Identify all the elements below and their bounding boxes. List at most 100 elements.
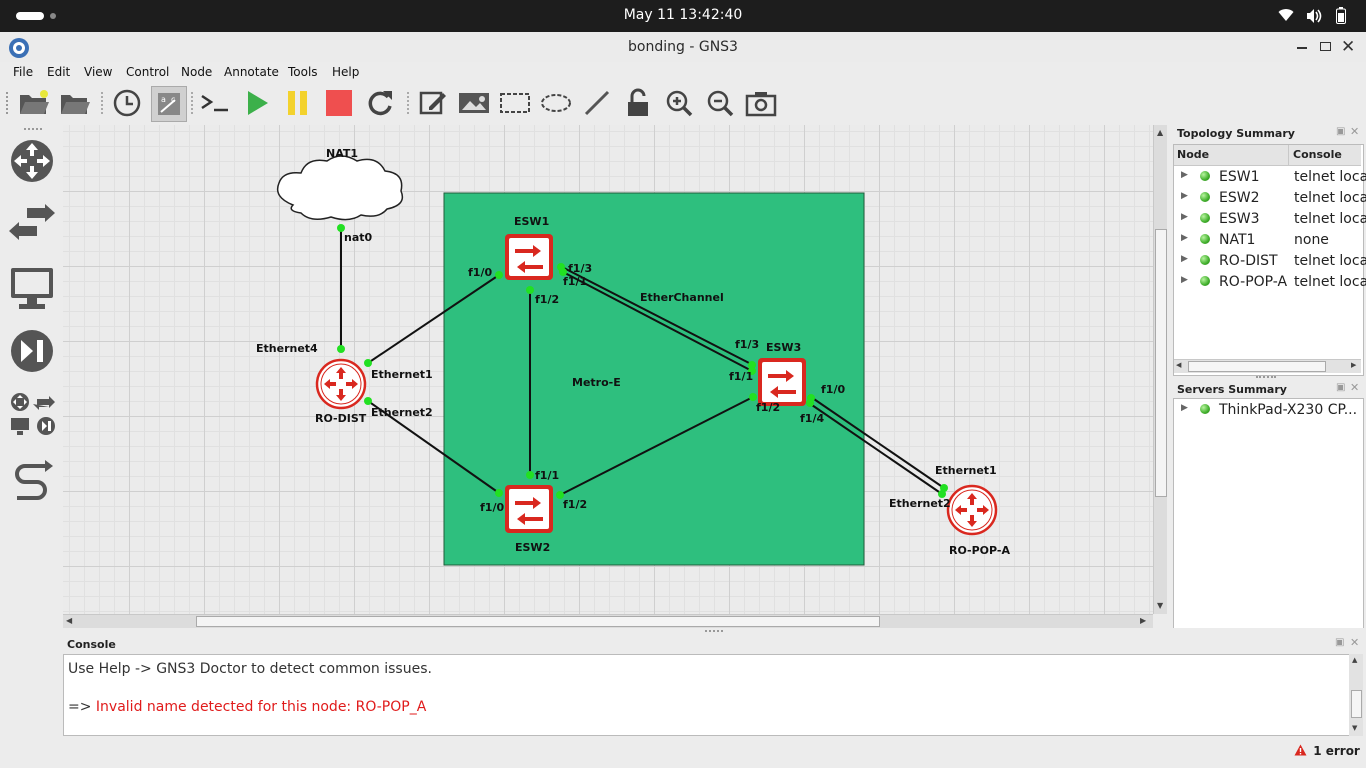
port-label-esw3-f1-1: f1/1	[729, 370, 754, 383]
column-header-console[interactable]: Console	[1289, 145, 1361, 166]
float-panel-icon[interactable]: ▣	[1336, 382, 1345, 393]
float-panel-icon[interactable]: ▣	[1335, 637, 1344, 648]
close-icon[interactable]: ✕	[1341, 37, 1355, 57]
server-row[interactable]: ▶ ThinkPad-X230 CP...	[1174, 401, 1362, 421]
expand-arrow-icon[interactable]: ▶	[1181, 191, 1188, 201]
draw-line-icon[interactable]	[580, 86, 614, 120]
node-label-ro-pop-a[interactable]: RO-POP-A	[949, 544, 1010, 557]
canvas-horizontal-scrollbar[interactable]: ◀ ▶	[63, 614, 1153, 628]
tree-row-esw3[interactable]: ▶ ESW3 telnet loca	[1174, 210, 1366, 230]
stop-all-icon[interactable]	[322, 86, 356, 120]
browse-security-devices-icon[interactable]	[9, 328, 55, 378]
menu-node[interactable]: Node	[181, 65, 212, 79]
browse-end-devices-icon[interactable]	[9, 266, 55, 316]
start-all-icon[interactable]	[240, 86, 274, 120]
console-scroll-thumb[interactable]	[1351, 690, 1362, 718]
port-label-ro-dist-ethernet2: Ethernet2	[371, 406, 433, 419]
servers-summary-title: Servers Summary	[1177, 383, 1287, 396]
expand-arrow-icon[interactable]: ▶	[1181, 170, 1188, 180]
horizontal-scroll-thumb[interactable]	[196, 616, 880, 627]
lock-items-icon[interactable]	[621, 86, 655, 120]
status-bar: 1 error	[0, 740, 1366, 768]
column-header-node[interactable]: Node	[1174, 145, 1289, 166]
tree-row-ro-dist[interactable]: ▶ RO-DIST telnet loca	[1174, 252, 1366, 272]
screenshot-icon[interactable]	[744, 86, 778, 120]
toolbar-separator	[191, 92, 195, 114]
window-title-bar: bonding - GNS3 ✕	[0, 32, 1366, 62]
tree-node-console: telnet loca	[1294, 253, 1366, 269]
status-started-icon	[1200, 213, 1210, 223]
expand-arrow-icon[interactable]: ▶	[1181, 275, 1188, 285]
volume-icon[interactable]	[1306, 8, 1322, 28]
clock[interactable]: May 11 13:42:40	[0, 7, 1366, 23]
close-panel-icon[interactable]: ✕	[1350, 636, 1359, 649]
expand-arrow-icon[interactable]: ▶	[1181, 403, 1188, 413]
reload-all-icon[interactable]	[363, 86, 397, 120]
menu-file[interactable]: File	[13, 65, 33, 79]
scroll-up-arrow-icon[interactable]: ▲	[1352, 656, 1357, 664]
maximize-icon[interactable]	[1320, 42, 1331, 51]
node-label-esw1[interactable]: ESW1	[514, 215, 549, 228]
menu-help[interactable]: Help	[332, 65, 359, 79]
switch-esw1-icon	[505, 234, 553, 280]
node-label-esw3[interactable]: ESW3	[766, 341, 801, 354]
window-title: bonding - GNS3	[628, 39, 738, 55]
console-vertical-scrollbar[interactable]: ▲ ▼	[1349, 654, 1363, 736]
server-name: ThinkPad-X230 CP...	[1219, 402, 1358, 418]
snapshot-clock-icon[interactable]	[110, 86, 144, 120]
expand-arrow-icon[interactable]: ▶	[1181, 233, 1188, 243]
open-project-icon[interactable]	[17, 86, 51, 120]
canvas-vertical-scrollbar[interactable]: ▲ ▼	[1153, 125, 1167, 614]
expand-arrow-icon[interactable]: ▶	[1181, 254, 1188, 264]
wifi-icon[interactable]	[1278, 8, 1294, 26]
tree-scroll-thumb[interactable]	[1188, 361, 1326, 372]
scroll-right-arrow-icon[interactable]: ▶	[1351, 361, 1356, 369]
scroll-right-arrow-icon[interactable]: ▶	[1140, 616, 1146, 625]
menu-edit[interactable]: Edit	[47, 65, 70, 79]
dock-grip	[705, 630, 723, 634]
battery-icon[interactable]	[1336, 7, 1346, 28]
console-all-icon[interactable]	[198, 86, 232, 120]
etherchannel-label: EtherChannel	[640, 291, 724, 304]
scroll-down-arrow-icon[interactable]: ▼	[1157, 601, 1163, 610]
minimize-icon[interactable]	[1297, 47, 1307, 49]
node-label-ro-dist[interactable]: RO-DIST	[315, 412, 366, 425]
draw-rectangle-icon[interactable]	[498, 86, 532, 120]
console-output[interactable]: Use Help -> GNS3 Doctor to detect common…	[63, 654, 1351, 736]
close-panel-icon[interactable]: ✕	[1350, 381, 1359, 394]
tree-row-nat1[interactable]: ▶ NAT1 none	[1174, 231, 1362, 251]
menu-annotate[interactable]: Annotate	[224, 65, 279, 79]
tree-row-esw1[interactable]: ▶ ESW1 telnet loca	[1174, 168, 1366, 188]
node-label-esw2[interactable]: ESW2	[515, 541, 550, 554]
show-interface-labels-icon[interactable]: ac	[151, 86, 187, 122]
tree-node-name: ESW3	[1219, 211, 1260, 227]
zoom-out-icon[interactable]	[703, 86, 737, 120]
add-link-icon[interactable]	[9, 458, 55, 508]
suspend-all-icon[interactable]	[281, 86, 315, 120]
zoom-in-icon[interactable]	[662, 86, 696, 120]
close-panel-icon[interactable]: ✕	[1350, 125, 1359, 138]
browse-switches-icon[interactable]	[9, 204, 55, 248]
node-label-nat1[interactable]: NAT1	[326, 147, 358, 160]
tree-horizontal-scrollbar[interactable]: ◀ ▶	[1174, 359, 1361, 373]
vertical-scroll-thumb[interactable]	[1155, 229, 1167, 497]
scroll-left-arrow-icon[interactable]: ◀	[1176, 361, 1181, 369]
menu-control[interactable]: Control	[126, 65, 169, 79]
browse-all-devices-icon[interactable]	[9, 391, 57, 443]
browse-routers-icon[interactable]	[9, 138, 55, 188]
menu-view[interactable]: View	[84, 65, 112, 79]
float-panel-icon[interactable]: ▣	[1336, 126, 1345, 137]
scroll-left-arrow-icon[interactable]: ◀	[66, 616, 72, 625]
draw-ellipse-icon[interactable]	[539, 86, 573, 120]
error-status[interactable]: 1 error	[1294, 744, 1360, 759]
insert-picture-icon[interactable]	[457, 86, 491, 120]
scroll-down-arrow-icon[interactable]: ▼	[1352, 724, 1357, 732]
open-folder-icon[interactable]	[58, 86, 92, 120]
add-note-icon[interactable]	[416, 86, 450, 120]
topology-canvas[interactable]: NAT1 nat0 Ethernet4 Ethernet1 Ethernet2 …	[63, 125, 1153, 614]
menu-tools[interactable]: Tools	[288, 65, 318, 79]
tree-row-esw2[interactable]: ▶ ESW2 telnet loca	[1174, 189, 1366, 209]
tree-row-ro-pop-a[interactable]: ▶ RO-POP-A telnet loca	[1174, 273, 1366, 293]
scroll-up-arrow-icon[interactable]: ▲	[1157, 128, 1163, 137]
expand-arrow-icon[interactable]: ▶	[1181, 212, 1188, 222]
